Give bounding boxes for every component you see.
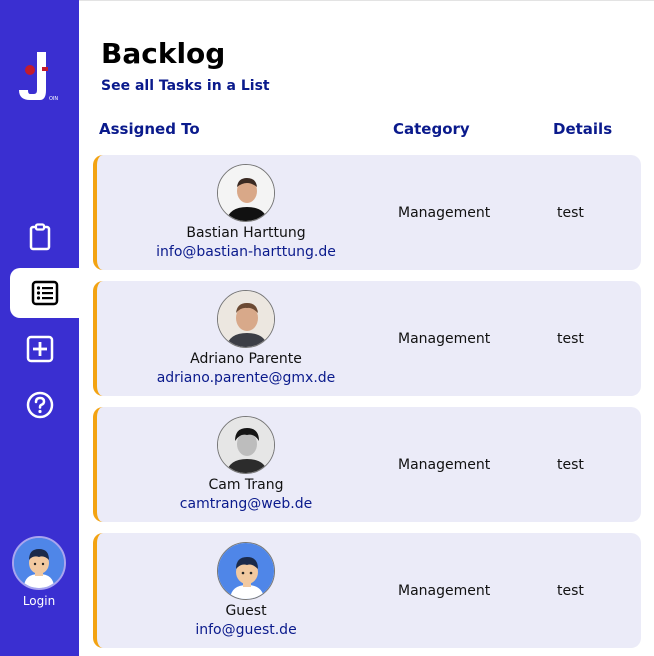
login-button[interactable]: Login bbox=[11, 536, 67, 608]
assignee: Bastian Harttung info@bastian-harttung.d… bbox=[97, 155, 395, 270]
task-row[interactable]: Cam Trang camtrang@web.de Management tes… bbox=[93, 407, 641, 522]
assignee-email[interactable]: adriano.parente@gmx.de bbox=[157, 370, 336, 386]
person-photo-icon bbox=[218, 165, 274, 221]
sidebar-item-help[interactable] bbox=[0, 380, 79, 430]
login-avatar bbox=[12, 536, 66, 590]
task-category: Management bbox=[398, 457, 491, 473]
task-details: test bbox=[557, 205, 584, 221]
task-category: Management bbox=[398, 205, 491, 221]
header-details: Details bbox=[553, 120, 613, 138]
sidebar: OIN Login bbox=[0, 0, 79, 656]
assignee-name: Cam Trang bbox=[208, 477, 284, 493]
task-details: test bbox=[557, 583, 584, 599]
guest-avatar-icon bbox=[14, 538, 64, 588]
assignee-name: Bastian Harttung bbox=[186, 225, 306, 241]
see-all-tasks-link[interactable]: See all Tasks in a List bbox=[101, 78, 270, 94]
assignee-email[interactable]: info@bastian-harttung.de bbox=[156, 244, 336, 260]
sidebar-item-add-task[interactable] bbox=[0, 324, 79, 374]
avatar bbox=[217, 164, 275, 222]
help-icon bbox=[26, 391, 53, 419]
assignee: Guest info@guest.de bbox=[97, 533, 395, 648]
assignee-email[interactable]: camtrang@web.de bbox=[180, 496, 312, 512]
logo-subtext: OIN bbox=[49, 96, 58, 102]
person-photo-icon bbox=[218, 417, 274, 473]
clipboard-icon bbox=[29, 223, 50, 251]
task-details: test bbox=[557, 457, 584, 473]
guest-avatar-icon bbox=[218, 543, 274, 599]
task-category: Management bbox=[398, 331, 491, 347]
task-category: Management bbox=[398, 583, 491, 599]
header-category: Category bbox=[393, 120, 470, 138]
avatar bbox=[217, 416, 275, 474]
join-logo[interactable]: OIN bbox=[16, 50, 64, 104]
assignee-email[interactable]: info@guest.de bbox=[195, 622, 296, 638]
plus-square-icon bbox=[26, 335, 53, 363]
assignee: Cam Trang camtrang@web.de bbox=[97, 407, 395, 522]
login-label: Login bbox=[22, 594, 56, 608]
task-row[interactable]: Bastian Harttung info@bastian-harttung.d… bbox=[93, 155, 641, 270]
page-title: Backlog bbox=[101, 37, 226, 70]
list-icon bbox=[31, 280, 58, 306]
sidebar-item-backlog[interactable] bbox=[10, 268, 79, 318]
top-divider bbox=[0, 0, 654, 1]
task-details: test bbox=[557, 331, 584, 347]
sidebar-item-board[interactable] bbox=[0, 212, 79, 262]
avatar bbox=[217, 290, 275, 348]
assignee-name: Adriano Parente bbox=[190, 351, 302, 367]
header-assigned-to: Assigned To bbox=[99, 120, 200, 138]
assignee: Adriano Parente adriano.parente@gmx.de bbox=[97, 281, 395, 396]
task-row[interactable]: Guest info@guest.de Management test bbox=[93, 533, 641, 648]
assignee-name: Guest bbox=[225, 603, 267, 619]
person-photo-icon bbox=[218, 291, 274, 347]
task-row[interactable]: Adriano Parente adriano.parente@gmx.de M… bbox=[93, 281, 641, 396]
avatar bbox=[217, 542, 275, 600]
